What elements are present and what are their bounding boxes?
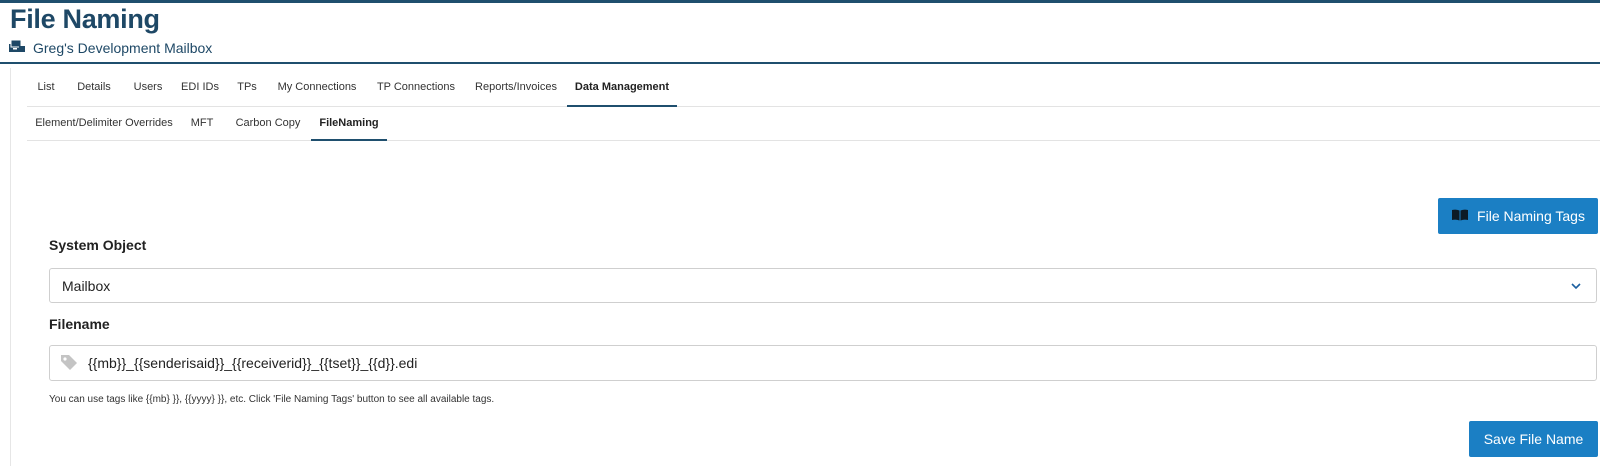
tab-edi-ids[interactable]: EDI IDs xyxy=(173,68,227,106)
top-accent-bar xyxy=(0,0,1600,3)
file-naming-tags-label: File Naming Tags xyxy=(1477,208,1585,224)
tab-details[interactable]: Details xyxy=(65,68,123,106)
tab-reports-invoices[interactable]: Reports/Invoices xyxy=(465,68,567,106)
page-title: File Naming xyxy=(10,4,160,34)
system-object-label: System Object xyxy=(49,237,147,253)
header-divider xyxy=(0,62,1600,64)
filename-value: {{mb}}_{{senderisaid}}_{{receiverid}}_{{… xyxy=(88,355,418,371)
tab-data-management[interactable]: Data Management xyxy=(567,68,677,107)
tab-mft[interactable]: MFT xyxy=(179,106,225,140)
chevron-down-icon xyxy=(1570,279,1582,295)
tab-carbon-copy[interactable]: Carbon Copy xyxy=(225,106,311,140)
tab-my-connections[interactable]: My Connections xyxy=(267,68,367,106)
mailbox-breadcrumb: Greg's Development Mailbox xyxy=(9,39,212,57)
tag-icon xyxy=(60,354,78,373)
system-object-select[interactable]: Mailbox xyxy=(49,268,1597,303)
system-object-value: Mailbox xyxy=(62,277,111,294)
tab-filenaming[interactable]: FileNaming xyxy=(311,106,387,141)
tab-users[interactable]: Users xyxy=(123,68,173,106)
filename-help-text: You can use tags like {{mb} }}, {{yyyy} … xyxy=(49,394,495,405)
mailbox-name: Greg's Development Mailbox xyxy=(33,40,213,56)
mailbox-icon xyxy=(9,39,25,56)
filename-label: Filename xyxy=(49,316,110,332)
secondary-tabs: Element/Delimiter Overrides MFT Carbon C… xyxy=(27,106,1600,141)
tab-list[interactable]: List xyxy=(29,68,63,106)
primary-tabs: List Details Users EDI IDs TPs My Connec… xyxy=(27,68,1600,107)
content-panel: List Details Users EDI IDs TPs My Connec… xyxy=(10,68,1600,466)
book-icon xyxy=(1451,208,1469,224)
tab-element-delimiter-overrides[interactable]: Element/Delimiter Overrides xyxy=(29,106,179,140)
file-naming-tags-button[interactable]: File Naming Tags xyxy=(1438,198,1598,234)
tab-tps[interactable]: TPs xyxy=(227,68,267,106)
tab-tp-connections[interactable]: TP Connections xyxy=(367,68,465,106)
save-file-name-button[interactable]: Save File Name xyxy=(1469,421,1598,457)
filename-input[interactable]: {{mb}}_{{senderisaid}}_{{receiverid}}_{{… xyxy=(49,345,1597,381)
